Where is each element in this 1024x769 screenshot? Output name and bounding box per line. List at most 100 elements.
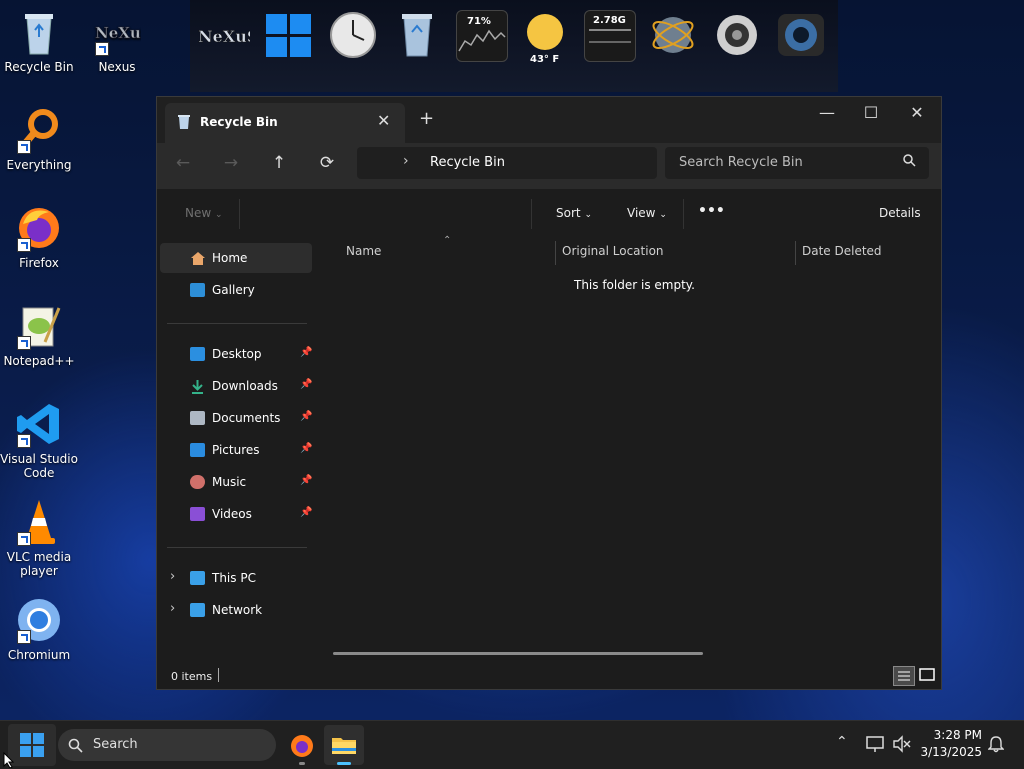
network-icon [190, 603, 205, 617]
shortcut-arrow-icon [17, 238, 31, 252]
sidebar-item-desktop[interactable]: Desktop 📌 [160, 339, 312, 369]
desktop-icon-nexus[interactable]: NeXuS Nexus [78, 8, 156, 74]
sort-button[interactable]: Sort ⌄ [556, 206, 592, 220]
desktop-icon-vlc[interactable]: VLC media player [0, 498, 78, 578]
column-separator[interactable] [795, 241, 796, 265]
gallery-icon [190, 283, 205, 297]
pin-icon[interactable]: 📌 [300, 347, 312, 358]
desktop-icon-everything[interactable]: Everything [0, 106, 78, 172]
chevron-right-icon[interactable]: › [170, 569, 175, 584]
camera-icon[interactable] [776, 10, 826, 60]
sidebar-item-pictures[interactable]: Pictures 📌 [160, 435, 312, 465]
chevron-up-icon[interactable]: ⌃ [836, 734, 848, 750]
internet-globe-icon[interactable] [648, 10, 698, 60]
navigation-bar: ← → ↑ ⟳ › Recycle Bin Search Recycle Bin [157, 143, 941, 189]
divider [218, 668, 219, 682]
cpu-percent-label: 71% [467, 16, 491, 27]
column-separator[interactable] [555, 241, 556, 265]
clock-icon[interactable] [328, 10, 378, 60]
view-button[interactable]: View ⌄ [627, 206, 667, 220]
new-label: New [185, 206, 212, 220]
title-bar: Recycle Bin ✕ + — ☐ ✕ [157, 97, 941, 143]
clock-time[interactable]: 3:28 PM [928, 728, 982, 742]
sidebar-item-label: Pictures [212, 443, 260, 457]
divider [683, 199, 684, 229]
cpu-meter-icon[interactable]: 71% [456, 10, 508, 62]
details-view-icon[interactable] [893, 666, 915, 686]
speaker-icon[interactable] [712, 10, 762, 60]
pin-icon[interactable]: 📌 [300, 475, 312, 486]
large-icons-view-icon[interactable] [917, 666, 937, 684]
sidebar-item-music[interactable]: Music 📌 [160, 467, 312, 497]
view-label: View [627, 206, 656, 220]
sidebar-item-videos[interactable]: Videos 📌 [160, 499, 312, 529]
sidebar-item-home[interactable]: Home [160, 243, 312, 273]
pin-icon[interactable]: 📌 [300, 411, 312, 422]
desktop-icon-vscode[interactable]: Visual Studio Code [0, 400, 78, 480]
forward-arrow-icon[interactable]: → [219, 153, 243, 173]
sidebar-item-label: Videos [212, 507, 252, 521]
file-explorer-window: Recycle Bin ✕ + — ☐ ✕ ← → ↑ ⟳ › Recycle … [156, 96, 942, 690]
chevron-right-icon: › [403, 153, 409, 169]
vscode-icon [15, 400, 63, 448]
new-button[interactable]: New ⌄ [185, 206, 223, 220]
close-tab-icon[interactable]: ✕ [377, 111, 390, 130]
up-arrow-icon[interactable]: ↑ [267, 153, 291, 173]
clock-date[interactable]: 3/13/2025 [916, 745, 982, 759]
sidebar-item-documents[interactable]: Documents 📌 [160, 403, 312, 433]
chevron-right-icon[interactable]: › [170, 601, 175, 616]
breadcrumb[interactable]: Recycle Bin [430, 155, 505, 170]
column-header-original-location[interactable]: Original Location [562, 244, 664, 258]
minimize-button[interactable]: — [807, 103, 847, 122]
pin-icon[interactable]: 📌 [300, 443, 312, 454]
column-header-name[interactable]: Name [346, 244, 381, 258]
status-bar: 0 items [157, 663, 941, 689]
sidebar-item-network[interactable]: › Network [160, 595, 312, 625]
nexus-logo-icon[interactable]: NeXuS [198, 10, 259, 60]
sidebar-item-label: Downloads [212, 379, 278, 393]
sidebar-item-gallery[interactable]: Gallery [160, 275, 312, 305]
notification-bell-icon[interactable] [988, 735, 1004, 753]
tab-recycle-bin[interactable]: Recycle Bin ✕ [165, 103, 405, 143]
desktop-icon-firefox[interactable]: Firefox [0, 204, 78, 270]
chevron-down-icon: ⌄ [659, 210, 667, 220]
network-status-icon[interactable] [866, 735, 886, 753]
horizontal-scrollbar[interactable] [333, 652, 703, 655]
sidebar-item-label: This PC [212, 571, 256, 585]
weather-icon[interactable]: 43° F [520, 10, 570, 65]
pin-icon[interactable]: 📌 [300, 507, 312, 518]
refresh-icon[interactable]: ⟳ [315, 153, 339, 173]
taskbar-firefox[interactable] [282, 725, 322, 765]
new-tab-button[interactable]: + [419, 108, 434, 129]
desktop-icon-chromium[interactable]: Chromium [0, 596, 78, 662]
windows-logo-icon[interactable] [264, 10, 314, 60]
vlc-cone-icon [15, 498, 63, 546]
search-input[interactable]: Search Recycle Bin [665, 147, 929, 179]
sidebar-item-label: Documents [212, 411, 281, 425]
sidebar-item-label: Gallery [212, 283, 255, 297]
address-bar[interactable]: › Recycle Bin [357, 147, 657, 179]
sidebar-item-this-pc[interactable]: › This PC [160, 563, 312, 593]
file-explorer-icon [332, 738, 356, 754]
volume-muted-icon[interactable] [892, 735, 912, 753]
back-arrow-icon[interactable]: ← [171, 153, 195, 173]
memory-meter-icon[interactable]: 2.78G [584, 10, 636, 62]
sidebar-item-downloads[interactable]: Downloads 📌 [160, 371, 312, 401]
maximize-button[interactable]: ☐ [851, 103, 891, 122]
desktop-icon-notepad-plus-plus[interactable]: Notepad++ [0, 302, 78, 368]
column-header-date-deleted[interactable]: Date Deleted [802, 244, 882, 258]
taskbar-search-box[interactable]: Search [58, 729, 276, 761]
desktop-icon-label: VLC media player [6, 550, 72, 578]
recycle-bin-icon[interactable] [392, 10, 442, 60]
chevron-down-icon: ⌄ [584, 210, 592, 220]
download-arrow-icon [190, 379, 205, 394]
start-button[interactable] [8, 724, 56, 766]
music-icon [190, 475, 205, 489]
desktop-icon-recycle-bin[interactable]: Recycle Bin [0, 8, 78, 74]
more-options-button[interactable]: ••• [698, 203, 725, 219]
details-button[interactable]: Details [879, 206, 921, 220]
sidebar-divider [167, 547, 307, 548]
pin-icon[interactable]: 📌 [300, 379, 312, 390]
close-window-button[interactable]: ✕ [897, 103, 937, 122]
taskbar-file-explorer[interactable] [324, 725, 364, 765]
